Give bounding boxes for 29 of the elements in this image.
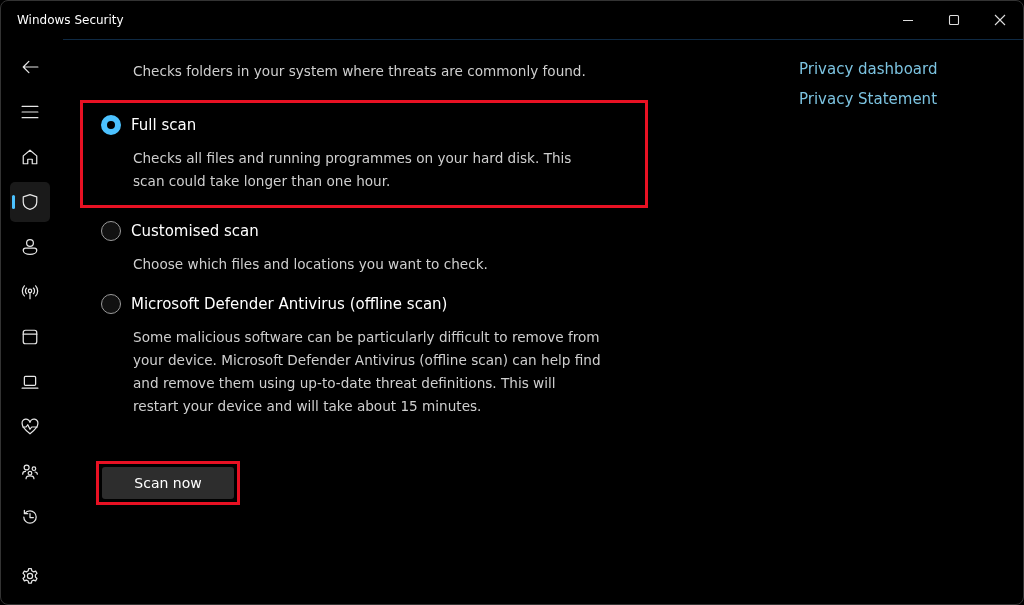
- window-title: Windows Security: [17, 13, 125, 27]
- window-icon: [21, 328, 39, 346]
- back-icon: [21, 58, 39, 76]
- sidebar-item[interactable]: [10, 182, 50, 222]
- scan-button[interactable]: Scan now: [102, 467, 234, 499]
- home-icon: [21, 148, 39, 166]
- option-description: Some malicious software can be particularly difficult to remove from your device. Microsoft Defender Antivirus (offline scan) can help find and remove them using up-to-date threat definitions. This will restart your device and will take about 15 minutes.: [133, 328, 602, 416]
- menu-icon: [21, 103, 39, 121]
- person-icon: [21, 238, 39, 256]
- option-description: Checks folders in your system where threats are commonly found.: [133, 62, 587, 81]
- heart-pulse-icon: [21, 418, 39, 436]
- settings-icon: [21, 567, 39, 585]
- people-icon: [21, 463, 39, 481]
- option-label: Microsoft Defender Antivirus (offline scan): [131, 295, 448, 313]
- history-icon: [21, 508, 39, 526]
- radio-button[interactable]: [101, 294, 121, 314]
- option-description: Choose which files and locations you want to check.: [133, 255, 489, 274]
- privacy-link[interactable]: Privacy Statement: [799, 90, 938, 108]
- option-description: Checks all files and running programmes on your hard disk. This scan could take longer than one hour.: [133, 149, 573, 191]
- privacy-link[interactable]: Privacy dashboard: [799, 60, 938, 78]
- laptop-icon: [21, 373, 39, 391]
- close-icon: [994, 14, 1006, 26]
- radio-button[interactable]: [101, 221, 121, 241]
- shield-icon: [21, 193, 39, 211]
- option-label: Full scan: [131, 116, 197, 134]
- maximize-icon: [948, 14, 960, 26]
- antenna-icon: [21, 283, 39, 301]
- option-label: Customised scan: [131, 222, 259, 240]
- radio-button[interactable]: [101, 115, 121, 135]
